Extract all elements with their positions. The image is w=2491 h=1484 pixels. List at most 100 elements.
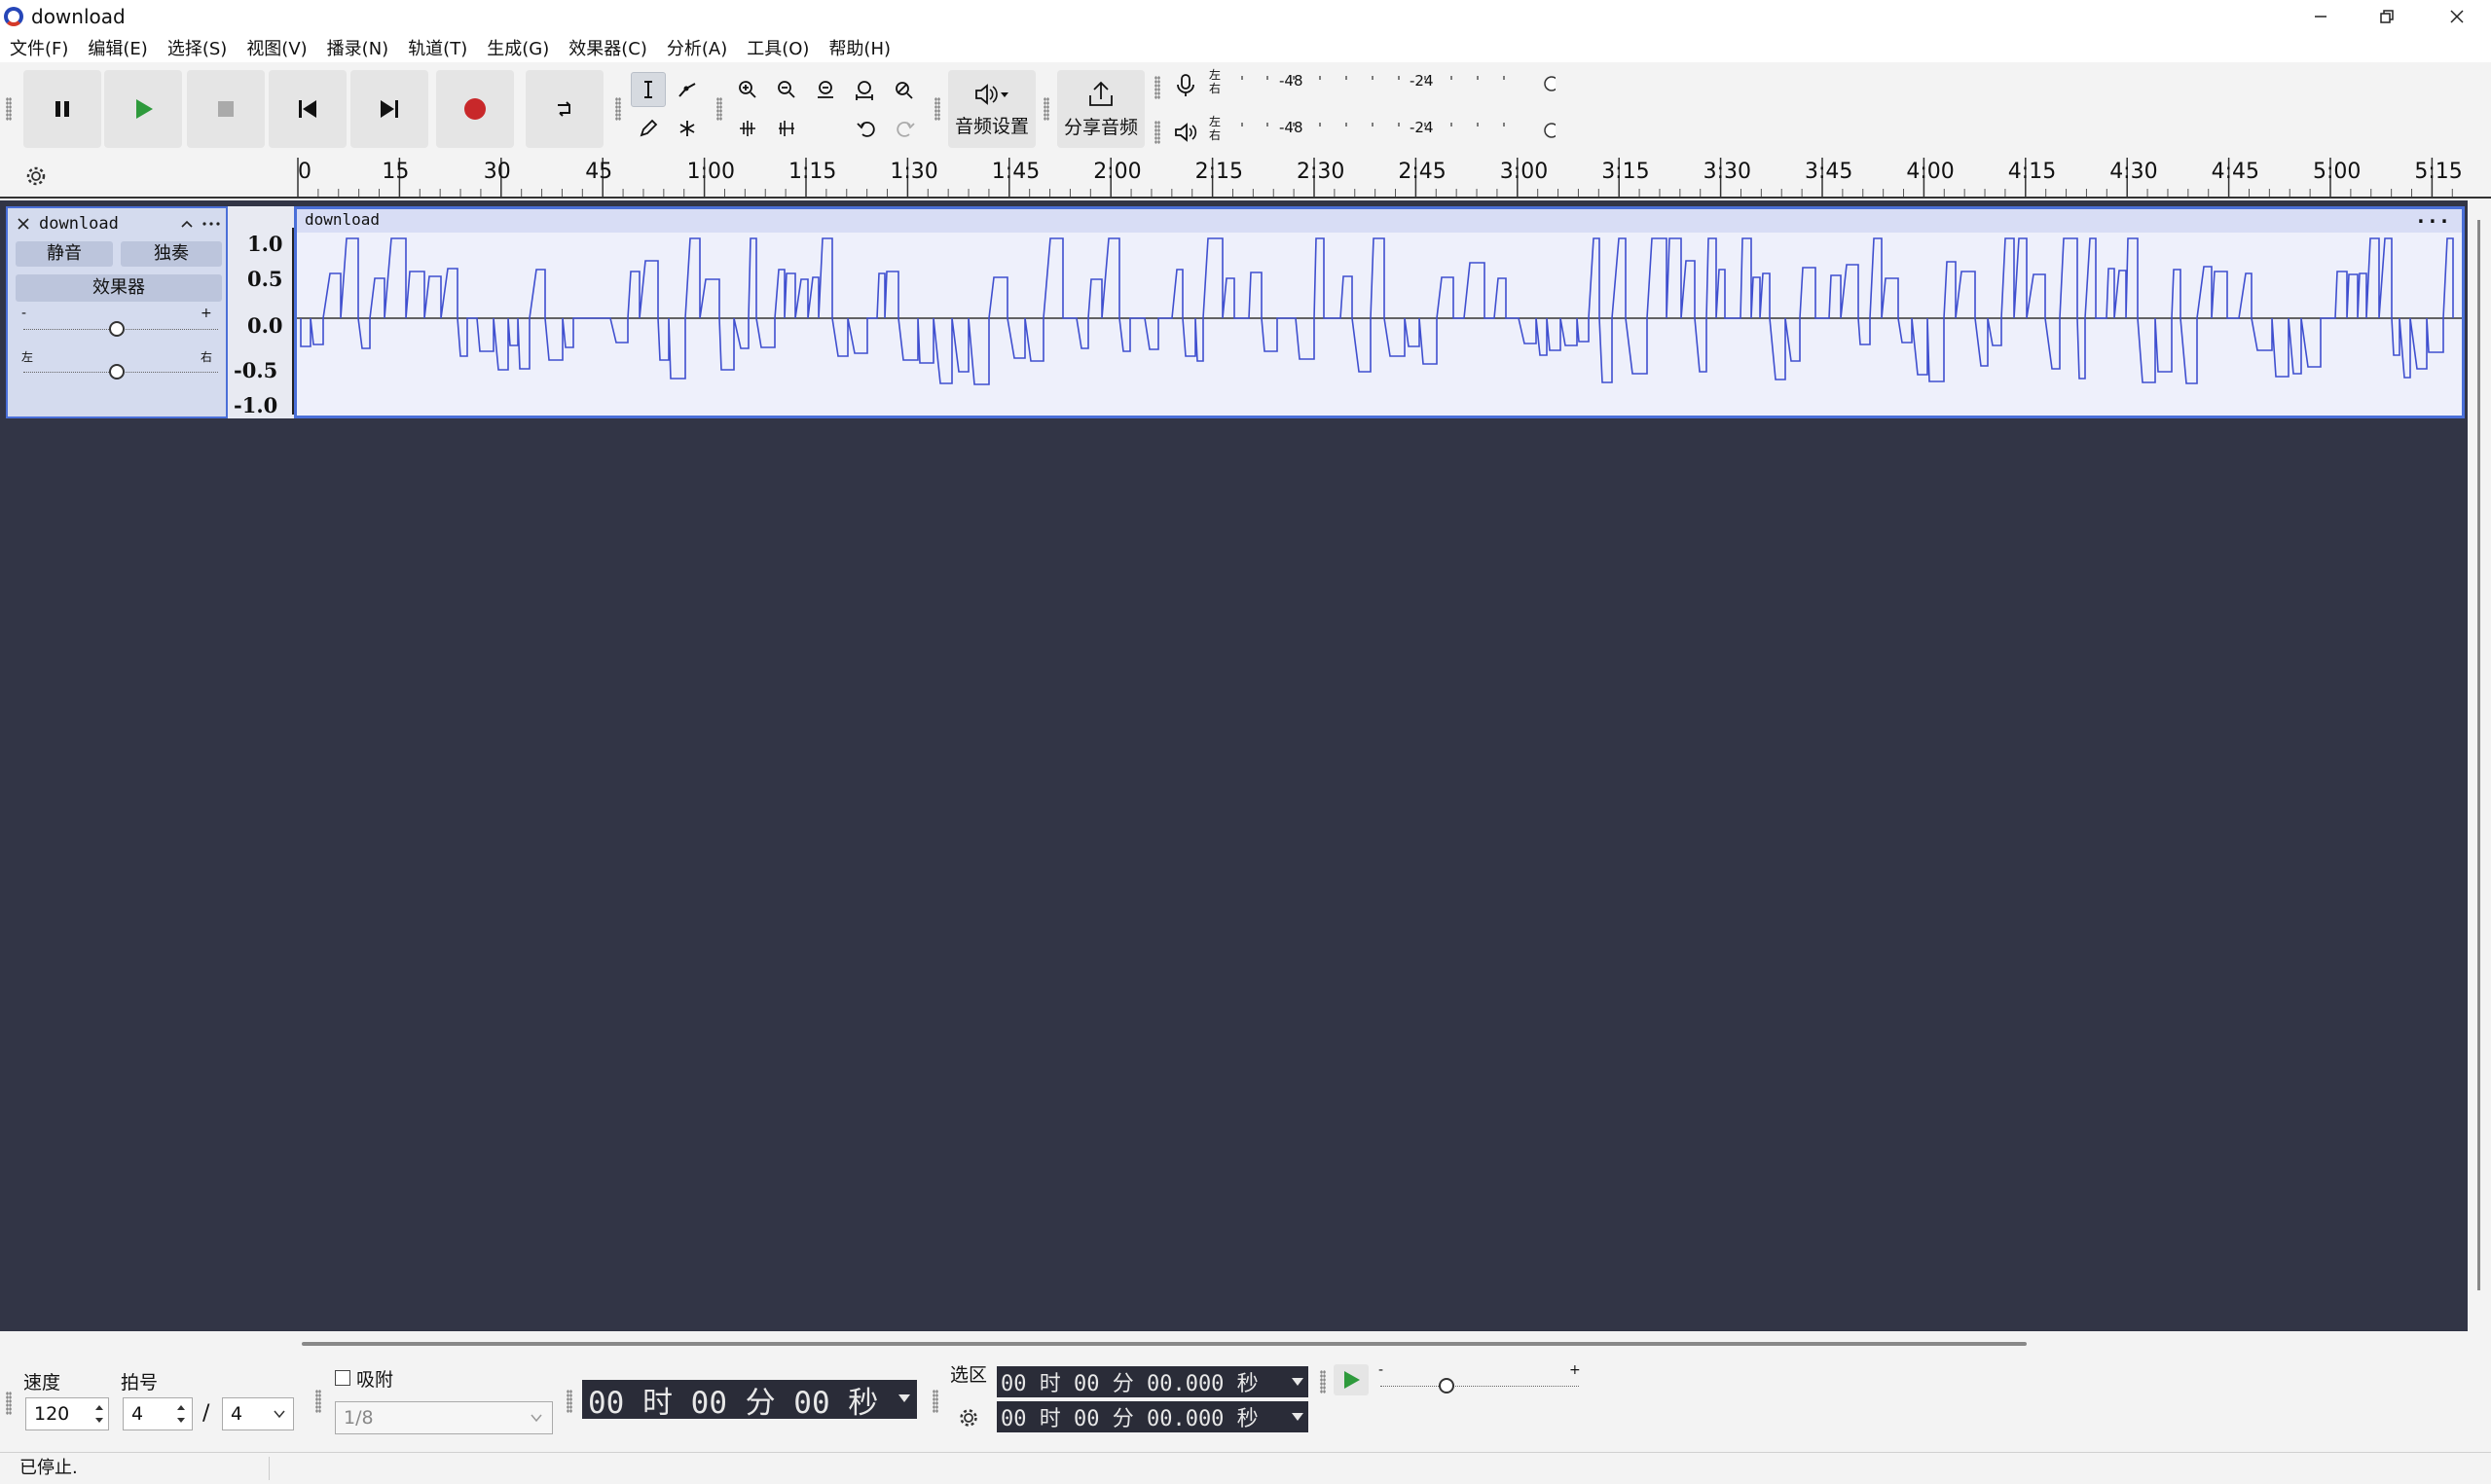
menu-select[interactable]: 选择(S) bbox=[167, 35, 227, 60]
trim-outside-button[interactable] bbox=[730, 111, 765, 146]
menu-tracks[interactable]: 轨道(T) bbox=[408, 35, 467, 60]
ruler-tick-label: 15 bbox=[382, 160, 410, 184]
redo-button[interactable] bbox=[888, 111, 923, 146]
denominator-dropdown-icon[interactable] bbox=[273, 1407, 286, 1421]
zoom-in-button[interactable] bbox=[730, 72, 765, 107]
menu-analyze[interactable]: 分析(A) bbox=[667, 35, 727, 60]
play-meter-grip[interactable] bbox=[1154, 121, 1160, 144]
record-button[interactable] bbox=[436, 70, 514, 148]
speed-slider-thumb[interactable] bbox=[1439, 1378, 1454, 1394]
draw-tool-button[interactable] bbox=[631, 111, 666, 146]
track-control-panel[interactable]: download 静音 独奏 效果器 - + 左 右 bbox=[6, 206, 228, 418]
solo-button[interactable]: 独奏 bbox=[121, 241, 222, 267]
menu-generate[interactable]: 生成(G) bbox=[487, 35, 549, 60]
menu-transport[interactable]: 播录(N) bbox=[327, 35, 389, 60]
track-name[interactable]: download bbox=[39, 214, 179, 234]
selection-start-display[interactable]: 00 时 00 分 00.000 秒 bbox=[997, 1366, 1308, 1397]
selection-end-dropdown-icon[interactable] bbox=[1291, 1410, 1304, 1424]
collapse-track-icon[interactable] bbox=[179, 216, 195, 232]
share-audio-button[interactable]: 分享音频 bbox=[1057, 70, 1145, 148]
selection-settings-button[interactable] bbox=[952, 1401, 985, 1434]
menu-effect[interactable]: 效果器(C) bbox=[568, 35, 647, 60]
snap-grip[interactable] bbox=[315, 1390, 321, 1413]
selection-tool-button[interactable] bbox=[631, 72, 666, 107]
audio-clip[interactable]: download ... bbox=[294, 205, 2465, 418]
record-meter-scale bbox=[1241, 76, 1559, 91]
tools-grip[interactable] bbox=[615, 97, 621, 121]
skip-to-start-button[interactable] bbox=[269, 70, 347, 148]
close-track-icon[interactable] bbox=[16, 216, 31, 232]
minimize-button[interactable] bbox=[2288, 0, 2354, 33]
record-volume-knob[interactable] bbox=[1544, 76, 1559, 91]
vertical-scrollbar[interactable] bbox=[2468, 200, 2491, 1331]
envelope-tool-button[interactable] bbox=[670, 72, 705, 107]
undo-button[interactable] bbox=[849, 111, 884, 146]
speaker-dropdown-icon bbox=[975, 83, 1008, 105]
clip-name[interactable]: download bbox=[305, 210, 380, 229]
play-button[interactable] bbox=[104, 70, 182, 148]
share-grip[interactable] bbox=[1044, 97, 1049, 121]
audio-settings-button[interactable]: 音频设置 bbox=[948, 70, 1036, 148]
restore-icon bbox=[2380, 10, 2394, 23]
speed-plus-label: + bbox=[1569, 1362, 1581, 1378]
effects-button[interactable]: 效果器 bbox=[16, 274, 222, 302]
menu-help[interactable]: 帮助(H) bbox=[828, 35, 891, 60]
skip-to-end-button[interactable] bbox=[350, 70, 428, 148]
selection-end-display[interactable]: 00 时 00 分 00.000 秒 bbox=[997, 1401, 1308, 1432]
horizontal-scroll-thumb[interactable] bbox=[302, 1342, 2027, 1346]
clip-header[interactable]: download ... bbox=[297, 205, 2462, 233]
record-meter[interactable]: -48 -24 bbox=[1228, 70, 1559, 97]
timeline-ruler[interactable]: 0 15 30 45 1:00 1:15 1:30 1:45 2:00 2:15 2:30 2:45 3… bbox=[0, 154, 2491, 199]
tempo-spinner-icon[interactable] bbox=[92, 1399, 107, 1429]
play-meter-scale bbox=[1241, 123, 1559, 138]
snap-select[interactable]: 1/8 bbox=[335, 1401, 553, 1434]
clip-menu-icon[interactable]: ... bbox=[2415, 205, 2450, 227]
amplitude-scale[interactable]: 1.0 0.5 0.0 -0.5 -1.0 bbox=[228, 206, 294, 418]
menu-file[interactable]: 文件(F) bbox=[10, 35, 68, 60]
play-volume-knob[interactable] bbox=[1544, 123, 1559, 138]
zoom-out-button[interactable] bbox=[769, 72, 804, 107]
play-meter-button[interactable] bbox=[1168, 115, 1203, 150]
fit-selection-button[interactable] bbox=[808, 72, 843, 107]
stop-icon bbox=[218, 101, 234, 117]
multi-tool-button[interactable] bbox=[670, 111, 705, 146]
zoom-toggle-button[interactable] bbox=[886, 72, 921, 107]
silence-selection-button[interactable] bbox=[769, 111, 804, 146]
play-meter[interactable]: -48 -24 bbox=[1228, 117, 1559, 144]
track-menu-icon[interactable] bbox=[201, 216, 222, 232]
selection-grip[interactable] bbox=[933, 1390, 938, 1413]
record-meter-grip[interactable] bbox=[1154, 76, 1160, 99]
edit-grip[interactable] bbox=[716, 97, 722, 121]
time-format-dropdown-icon[interactable] bbox=[897, 1392, 911, 1405]
gain-slider-thumb[interactable] bbox=[109, 321, 125, 337]
audio-setup-grip[interactable] bbox=[934, 97, 940, 121]
mute-button[interactable]: 静音 bbox=[16, 241, 113, 267]
menu-view[interactable]: 视图(V) bbox=[246, 35, 307, 60]
record-meter-button[interactable] bbox=[1168, 68, 1203, 103]
toolbar-grip[interactable] bbox=[6, 97, 12, 121]
pan-slider-thumb[interactable] bbox=[109, 364, 125, 380]
play-at-speed-grip[interactable] bbox=[1320, 1370, 1326, 1394]
speed-slider-track[interactable] bbox=[1380, 1386, 1579, 1387]
snap-checkbox[interactable] bbox=[335, 1370, 350, 1386]
time-display[interactable]: 00 时 00 分 00 秒 bbox=[582, 1380, 917, 1421]
menu-tools[interactable]: 工具(O) bbox=[747, 35, 809, 60]
menu-edit[interactable]: 编辑(E) bbox=[88, 35, 147, 60]
close-button[interactable] bbox=[2424, 0, 2490, 33]
loop-button[interactable] bbox=[526, 70, 604, 148]
i-beam-icon bbox=[644, 81, 652, 98]
pause-button[interactable] bbox=[23, 70, 101, 148]
play-at-speed-button[interactable] bbox=[1334, 1364, 1369, 1395]
stop-button[interactable] bbox=[187, 70, 265, 148]
ruler-tick-label: 4:45 bbox=[2211, 160, 2259, 184]
time-signature-grip[interactable] bbox=[6, 1392, 12, 1415]
waveform[interactable] bbox=[297, 233, 2462, 416]
ruler-tick-label: 2:00 bbox=[1093, 160, 1142, 184]
time-grip[interactable] bbox=[567, 1390, 572, 1413]
restore-button[interactable] bbox=[2354, 0, 2420, 33]
vertical-scroll-thumb[interactable] bbox=[2477, 220, 2480, 1290]
snap-dropdown-icon[interactable] bbox=[530, 1411, 543, 1425]
numerator-spinner-icon[interactable] bbox=[173, 1399, 189, 1429]
selection-start-dropdown-icon[interactable] bbox=[1291, 1375, 1304, 1389]
fit-project-button[interactable] bbox=[847, 72, 882, 107]
